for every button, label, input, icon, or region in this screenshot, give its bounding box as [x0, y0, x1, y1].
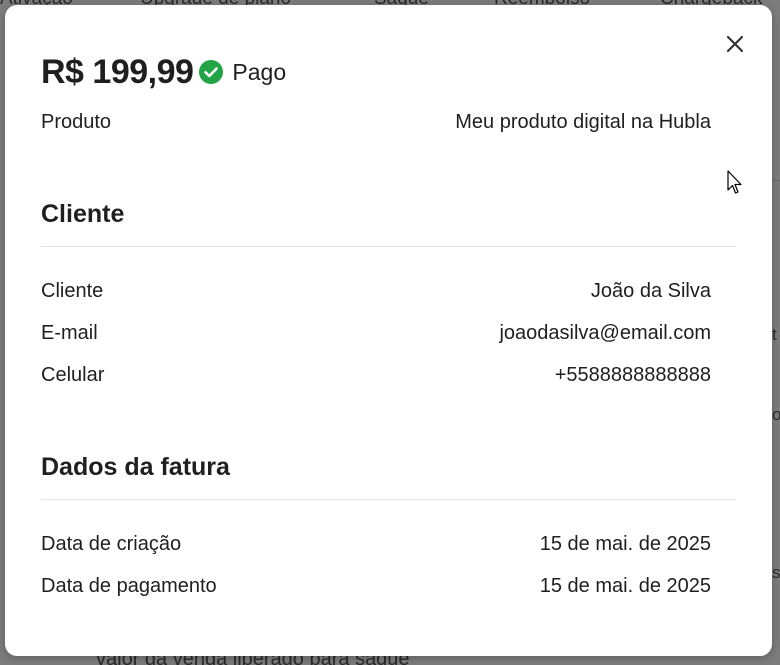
- section-divider: [41, 246, 736, 247]
- background-text: s: [772, 563, 780, 582]
- payment-date-row: Data de pagamento 15 de mai. de 2025: [41, 571, 711, 601]
- customer-name-row: Cliente João da Silva: [41, 276, 711, 306]
- customer-name-label: Cliente: [41, 279, 104, 302]
- section-divider: [41, 499, 736, 500]
- customer-email-value: joaodasilva@email.com: [499, 321, 711, 344]
- close-button[interactable]: [723, 32, 747, 56]
- product-label: Produto: [41, 110, 112, 133]
- background-text: t: [772, 325, 777, 344]
- customer-email-label: E-mail: [41, 321, 98, 344]
- status-badge: Pago: [232, 58, 287, 85]
- background-divider: [772, 180, 780, 181]
- customer-phone-label: Celular: [41, 363, 105, 386]
- customer-name-value: João da Silva: [590, 279, 711, 302]
- payment-date-label: Data de pagamento: [41, 574, 217, 597]
- customer-section-title: Cliente: [41, 200, 125, 228]
- close-icon: [726, 35, 744, 53]
- created-date-label: Data de criação: [41, 532, 182, 555]
- payment-date-value: 15 de mai. de 2025: [539, 574, 711, 597]
- payment-details-modal: R$ 199,99 Pago Produto Meu produto digit…: [5, 5, 772, 656]
- created-date-row: Data de criação 15 de mai. de 2025: [41, 529, 711, 559]
- payment-amount: R$ 199,99: [41, 52, 194, 91]
- product-value: Meu produto digital na Hubla: [455, 110, 711, 133]
- invoice-section-title: Dados da fatura: [41, 453, 230, 481]
- created-date-value: 15 de mai. de 2025: [539, 532, 711, 555]
- check-circle-icon: [199, 60, 224, 84]
- customer-phone-row: Celular +5588888888888: [41, 360, 711, 390]
- mouse-cursor-icon: [727, 170, 742, 194]
- product-row: Produto Meu produto digital na Hubla: [41, 107, 711, 137]
- customer-email-row: E-mail joaodasilva@email.com: [41, 318, 711, 348]
- payment-header: R$ 199,99 Pago: [41, 50, 286, 94]
- customer-phone-value: +5588888888888: [554, 363, 711, 386]
- background-text: o: [772, 405, 780, 424]
